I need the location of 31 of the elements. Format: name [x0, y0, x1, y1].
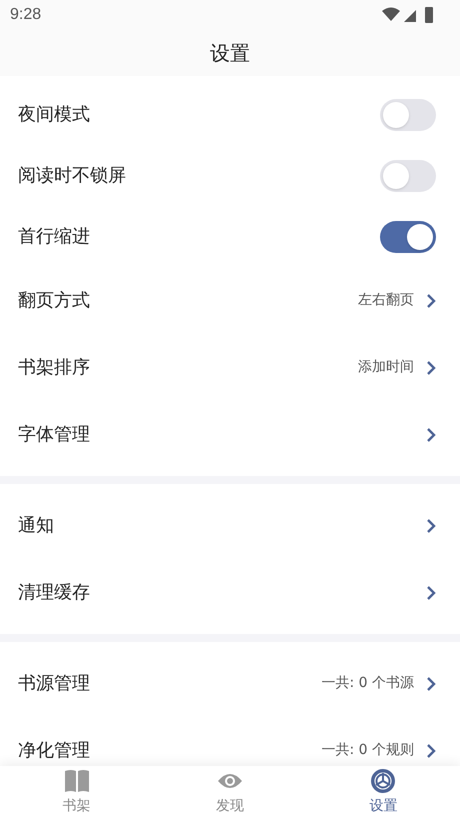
chevron-right-icon	[426, 676, 436, 692]
book-icon	[64, 768, 90, 792]
chevron-right-icon	[426, 584, 436, 600]
nav-tab[interactable]: 设置	[306, 766, 460, 818]
toggle-switch[interactable]	[380, 160, 436, 192]
chevron-right-icon	[426, 518, 436, 534]
setting-label: 净化管理	[18, 739, 90, 763]
setting-label: 翻页方式	[18, 289, 90, 313]
setting-label: 清理缓存	[18, 581, 90, 605]
setting-label: 书架排序	[18, 356, 90, 380]
setting-value: 一共: 0 个书源	[321, 674, 414, 693]
nav-tab[interactable]: 发现	[153, 766, 307, 818]
setting-label: 首行缩进	[18, 225, 90, 249]
setting-label: 阅读时不锁屏	[18, 164, 126, 188]
setting-value: 添加时间	[358, 358, 414, 377]
nav-tab[interactable]: 书架	[0, 766, 154, 818]
eye-icon	[216, 772, 243, 790]
setting-value: 左右翻页	[358, 291, 414, 310]
setting-label: 通知	[18, 514, 54, 538]
chevron-right-icon	[426, 360, 436, 376]
chevron-right-icon	[426, 292, 436, 308]
toggle-switch[interactable]	[380, 98, 436, 130]
setting-label: 夜间模式	[18, 103, 90, 127]
chevron-right-icon	[426, 742, 436, 758]
status-time: 9:28	[10, 5, 42, 25]
page-title: 设置	[210, 40, 250, 67]
setting-label: 字体管理	[18, 423, 90, 447]
toggle-switch[interactable]	[380, 220, 436, 252]
setting-label: 书源管理	[18, 672, 90, 696]
chevron-right-icon	[426, 426, 436, 442]
setting-value: 一共: 0 个规则	[321, 741, 414, 760]
